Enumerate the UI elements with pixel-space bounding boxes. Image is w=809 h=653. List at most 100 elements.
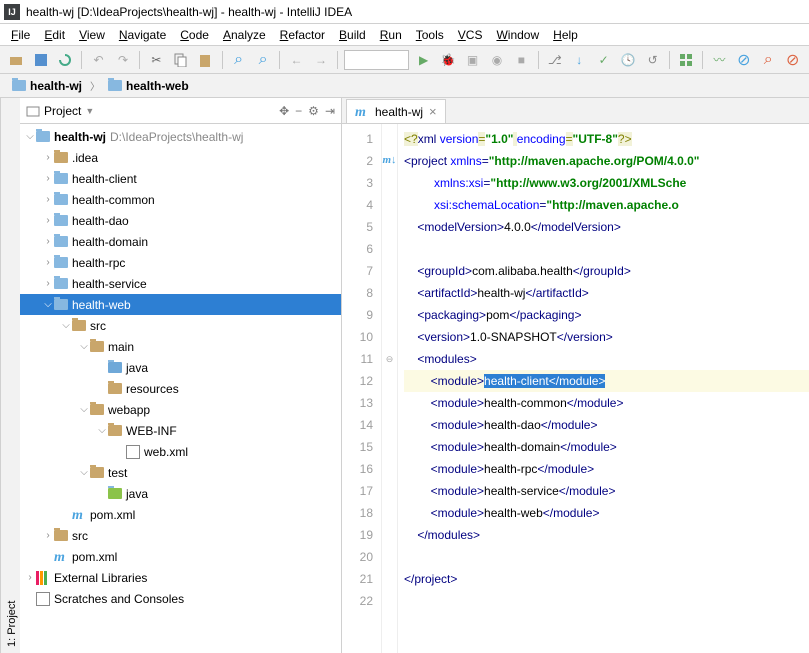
- project-tool-window-tab[interactable]: 1: Project: [0, 98, 20, 653]
- code-line[interactable]: <project xmlns="http://maven.apache.org/…: [404, 150, 809, 172]
- line-number-gutter[interactable]: 12345678910111213141516171819202122: [342, 124, 382, 653]
- menu-window[interactable]: Window: [489, 26, 546, 44]
- profile-icon[interactable]: ◉: [487, 49, 507, 71]
- menu-refactor[interactable]: Refactor: [273, 26, 332, 44]
- breadcrumb-item[interactable]: health-web: [102, 77, 195, 95]
- code-line[interactable]: <module>health-web</module>: [404, 502, 809, 524]
- tree-node[interactable]: ⌵health-web: [20, 294, 341, 315]
- target-icon[interactable]: ✥: [279, 104, 289, 118]
- open-icon[interactable]: [6, 49, 26, 71]
- close-icon[interactable]: ×: [429, 104, 437, 119]
- tree-node[interactable]: java: [20, 357, 341, 378]
- check-icon[interactable]: ⊘: [783, 49, 803, 71]
- history-icon[interactable]: 🕓: [618, 49, 638, 71]
- search-red-icon[interactable]: ⌕: [758, 49, 778, 71]
- tree-node[interactable]: ⌵main: [20, 336, 341, 357]
- code-line[interactable]: </modules>: [404, 524, 809, 546]
- save-icon[interactable]: [30, 49, 50, 71]
- gear-icon[interactable]: ⚙: [308, 104, 319, 118]
- vcs-icon[interactable]: ⎇: [545, 49, 565, 71]
- code-line[interactable]: <module>health-common</module>: [404, 392, 809, 414]
- tree-node[interactable]: resources: [20, 378, 341, 399]
- tree-node[interactable]: ›health-common: [20, 189, 341, 210]
- coverage-icon[interactable]: ▣: [462, 49, 482, 71]
- menu-navigate[interactable]: Navigate: [112, 26, 173, 44]
- hide-icon[interactable]: ⇥: [325, 104, 335, 118]
- replace-icon[interactable]: ⌕: [253, 49, 273, 71]
- code-line[interactable]: <modelVersion>4.0.0</modelVersion>: [404, 216, 809, 238]
- code-line[interactable]: <module>health-service</module>: [404, 480, 809, 502]
- tree-node[interactable]: ›External Libraries: [20, 567, 341, 588]
- stats-icon[interactable]: 〰: [709, 49, 729, 71]
- block-icon[interactable]: ⊘: [734, 49, 754, 71]
- menu-build[interactable]: Build: [332, 26, 373, 44]
- code-line[interactable]: <?xml version="1.0" encoding="UTF-8"?>: [404, 128, 809, 150]
- undo-icon[interactable]: ↶: [88, 49, 108, 71]
- code-line[interactable]: <modules>: [404, 348, 809, 370]
- tree-node[interactable]: ›health-dao: [20, 210, 341, 231]
- tree-node[interactable]: ›.idea: [20, 147, 341, 168]
- stop-icon[interactable]: ■: [511, 49, 531, 71]
- code-line[interactable]: <module>health-domain</module>: [404, 436, 809, 458]
- copy-icon[interactable]: [171, 49, 191, 71]
- code-line[interactable]: [404, 590, 809, 612]
- tree-node[interactable]: ›src: [20, 525, 341, 546]
- paste-icon[interactable]: [195, 49, 215, 71]
- find-icon[interactable]: ⌕: [228, 49, 248, 71]
- menu-run[interactable]: Run: [373, 26, 409, 44]
- chevron-down-icon[interactable]: ▼: [85, 106, 94, 116]
- tree-node[interactable]: mpom.xml: [20, 504, 341, 525]
- back-icon[interactable]: ←: [286, 49, 306, 71]
- editor-tab[interactable]: m health-wj ×: [346, 99, 446, 123]
- code-line[interactable]: </project>: [404, 568, 809, 590]
- revert-icon[interactable]: ↺: [642, 49, 662, 71]
- commit-icon[interactable]: ✓: [593, 49, 613, 71]
- run-config-dropdown[interactable]: [344, 50, 409, 70]
- tree-node[interactable]: ⌵webapp: [20, 399, 341, 420]
- menu-code[interactable]: Code: [173, 26, 216, 44]
- code-line[interactable]: xsi:schemaLocation="http://maven.apache.…: [404, 194, 809, 216]
- menu-analyze[interactable]: Analyze: [216, 26, 273, 44]
- menu-vcs[interactable]: VCS: [451, 26, 490, 44]
- code-line[interactable]: xmlns:xsi="http://www.w3.org/2001/XMLSch…: [404, 172, 809, 194]
- tree-node[interactable]: Scratches and Consoles: [20, 588, 341, 609]
- menu-help[interactable]: Help: [546, 26, 585, 44]
- structure-icon[interactable]: [676, 49, 696, 71]
- forward-icon[interactable]: →: [311, 49, 331, 71]
- build-icon[interactable]: ▶: [413, 49, 433, 71]
- tree-node[interactable]: mpom.xml: [20, 546, 341, 567]
- code-line[interactable]: <artifactId>health-wj</artifactId>: [404, 282, 809, 304]
- code-line[interactable]: [404, 546, 809, 568]
- tree-node[interactable]: ›health-client: [20, 168, 341, 189]
- fold-gutter[interactable]: m↓⊖: [382, 124, 398, 653]
- cut-icon[interactable]: ✂: [146, 49, 166, 71]
- tree-node[interactable]: java: [20, 483, 341, 504]
- project-tree[interactable]: ⌵health-wjD:\IdeaProjects\health-wj›.ide…: [20, 124, 341, 653]
- code-area[interactable]: <?xml version="1.0" encoding="UTF-8"?><p…: [398, 124, 809, 653]
- tree-node[interactable]: ›health-service: [20, 273, 341, 294]
- code-line[interactable]: <packaging>pom</packaging>: [404, 304, 809, 326]
- collapse-icon[interactable]: −: [295, 104, 302, 118]
- menu-tools[interactable]: Tools: [409, 26, 451, 44]
- menu-file[interactable]: File: [4, 26, 37, 44]
- breadcrumb-item[interactable]: health-wj: [6, 77, 88, 95]
- code-line[interactable]: <module>health-client</module>: [404, 370, 809, 392]
- tree-node[interactable]: ›health-domain: [20, 231, 341, 252]
- tree-node[interactable]: web.xml: [20, 441, 341, 462]
- code-line[interactable]: <groupId>com.alibaba.health</groupId>: [404, 260, 809, 282]
- menu-edit[interactable]: Edit: [37, 26, 72, 44]
- code-line[interactable]: <module>health-dao</module>: [404, 414, 809, 436]
- redo-icon[interactable]: ↷: [113, 49, 133, 71]
- menu-view[interactable]: View: [72, 26, 112, 44]
- code-line[interactable]: <module>health-rpc</module>: [404, 458, 809, 480]
- code-line[interactable]: [404, 238, 809, 260]
- tree-node[interactable]: ⌵test: [20, 462, 341, 483]
- tree-node[interactable]: ›health-rpc: [20, 252, 341, 273]
- debug-icon[interactable]: 🐞: [438, 49, 458, 71]
- tree-node[interactable]: ⌵src: [20, 315, 341, 336]
- refresh-icon[interactable]: [55, 49, 75, 71]
- tree-node[interactable]: ⌵health-wjD:\IdeaProjects\health-wj: [20, 126, 341, 147]
- update-icon[interactable]: ↓: [569, 49, 589, 71]
- tree-node[interactable]: ⌵WEB-INF: [20, 420, 341, 441]
- code-line[interactable]: <version>1.0-SNAPSHOT</version>: [404, 326, 809, 348]
